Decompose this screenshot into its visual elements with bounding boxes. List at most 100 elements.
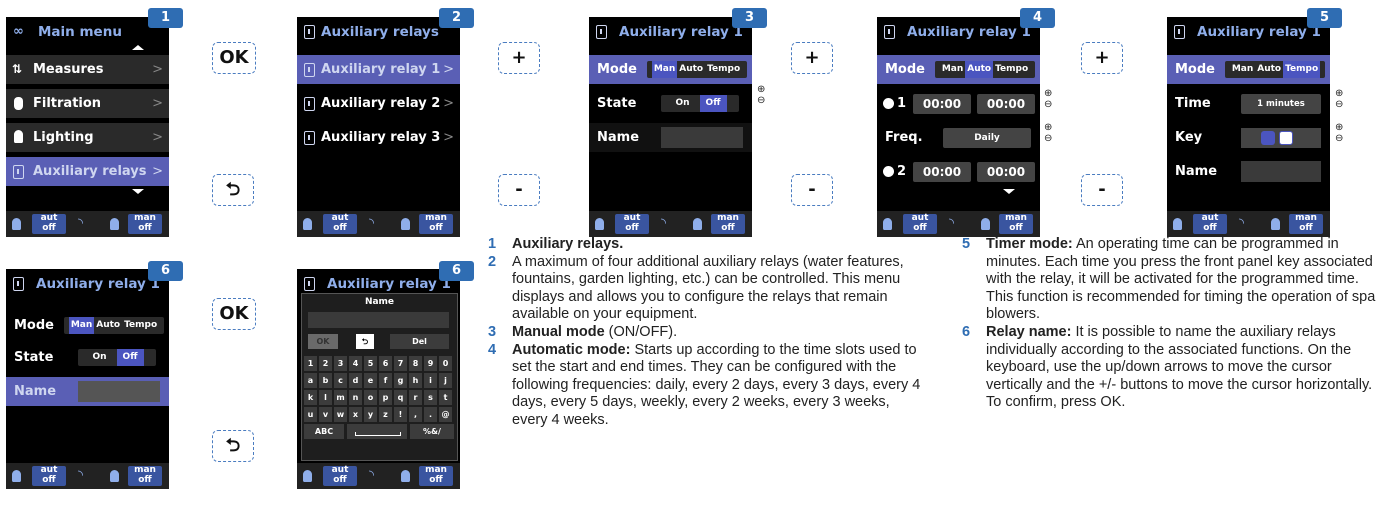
name-input[interactable]: [308, 312, 449, 328]
end-time-field[interactable]: 00:00: [977, 94, 1035, 114]
keyboard-key[interactable]: 8: [409, 356, 422, 371]
keyboard-key[interactable]: z: [379, 407, 392, 422]
key-row[interactable]: Key: [1167, 123, 1330, 152]
scroll-down-icon[interactable]: [1003, 189, 1015, 194]
mode-option-auto[interactable]: Auto: [677, 61, 705, 78]
keyboard-key[interactable]: q: [394, 390, 407, 405]
keyboard-key[interactable]: k: [304, 390, 317, 405]
keyboard-key[interactable]: a: [304, 373, 317, 388]
mode-row[interactable]: Mode Man Auto Tempo: [589, 55, 752, 84]
mode-option-auto[interactable]: Auto: [94, 317, 122, 334]
mode-row[interactable]: Mode Man Auto Tempo: [6, 311, 169, 340]
keyboard-key[interactable]: e: [364, 373, 377, 388]
minus-button[interactable]: -: [1081, 174, 1123, 206]
keyboard-key[interactable]: p: [379, 390, 392, 405]
keyboard-key[interactable]: 7: [394, 356, 407, 371]
keyboard-key[interactable]: v: [319, 407, 332, 422]
keyboard-key[interactable]: g: [394, 373, 407, 388]
mode-option-man[interactable]: Man: [651, 61, 678, 78]
keyboard-key[interactable]: i: [424, 373, 437, 388]
time-slot-1-row[interactable]: 1 00:00 00:00: [877, 89, 1040, 118]
duration-field[interactable]: 1 minutes: [1241, 94, 1321, 114]
state-option-off[interactable]: Off: [699, 95, 727, 112]
mode-option-auto[interactable]: Auto: [1255, 61, 1283, 78]
ok-key[interactable]: OK: [308, 334, 338, 349]
keyboard-key[interactable]: x: [349, 407, 362, 422]
keyboard-key[interactable]: f: [379, 373, 392, 388]
menu-item-auxiliary-relays[interactable]: Auxiliary relays >: [6, 157, 169, 186]
keyboard-key[interactable]: o: [364, 390, 377, 405]
menu-item-lighting[interactable]: Lighting >: [6, 123, 169, 152]
keyboard-key[interactable]: 6: [379, 356, 392, 371]
keyboard-key[interactable]: r: [409, 390, 422, 405]
keyboard-key[interactable]: 0: [439, 356, 452, 371]
key-option-icon[interactable]: [1279, 131, 1293, 145]
mode-option-man[interactable]: Man: [940, 61, 965, 78]
mode-option-tempo[interactable]: Tempo: [1283, 61, 1321, 78]
mode-option-man[interactable]: Man: [68, 317, 95, 334]
keyboard-key[interactable]: !: [394, 407, 407, 422]
key-field[interactable]: [1241, 128, 1321, 148]
keyboard-key[interactable]: l: [319, 390, 332, 405]
relay-item-2[interactable]: Auxiliary relay 2 >: [297, 89, 460, 118]
start-time-field[interactable]: 00:00: [913, 162, 971, 182]
keyboard-key[interactable]: m: [334, 390, 347, 405]
end-time-field[interactable]: 00:00: [977, 162, 1035, 182]
state-option-off[interactable]: Off: [116, 349, 144, 366]
keyboard-key[interactable]: 2: [319, 356, 332, 371]
keyboard-key[interactable]: 4: [349, 356, 362, 371]
mode-selector[interactable]: Man Auto Tempo: [1225, 61, 1325, 78]
keyboard-key[interactable]: @: [439, 407, 452, 422]
mode-option-tempo[interactable]: Tempo: [993, 61, 1030, 78]
menu-item-filtration[interactable]: Filtration >: [6, 89, 169, 118]
keyboard-key[interactable]: 1: [304, 356, 317, 371]
name-row[interactable]: Name: [589, 123, 752, 152]
name-row[interactable]: Name: [6, 377, 169, 406]
name-field[interactable]: [78, 381, 160, 402]
back-key[interactable]: ⮌: [356, 334, 374, 349]
delete-key[interactable]: Del: [390, 334, 449, 349]
relay-item-3[interactable]: Auxiliary relay 3 >: [297, 123, 460, 152]
time-row[interactable]: Time 1 minutes: [1167, 89, 1330, 118]
keyboard-key[interactable]: ,: [409, 407, 422, 422]
back-button[interactable]: ⮌: [212, 174, 254, 206]
keyboard-key[interactable]: d: [349, 373, 362, 388]
state-row[interactable]: State On Off: [6, 343, 169, 372]
ok-button[interactable]: OK: [212, 298, 256, 330]
state-row[interactable]: State On Off: [589, 89, 752, 118]
start-time-field[interactable]: 00:00: [913, 94, 971, 114]
state-option-on[interactable]: On: [90, 349, 108, 366]
mode-selector[interactable]: Man Auto Tempo: [647, 61, 747, 78]
mode-option-man[interactable]: Man: [1230, 61, 1255, 78]
plus-button[interactable]: +: [1081, 42, 1123, 74]
state-selector[interactable]: On Off: [78, 349, 156, 366]
keyboard-key[interactable]: 9: [424, 356, 437, 371]
minus-button[interactable]: -: [498, 174, 540, 206]
mode-row[interactable]: Mode Man Auto Tempo: [877, 55, 1040, 84]
keyboard-key[interactable]: 3: [334, 356, 347, 371]
keyboard-key[interactable]: h: [409, 373, 422, 388]
scroll-up-icon[interactable]: [132, 45, 144, 50]
time-slot-2-row[interactable]: 2 00:00 00:00: [877, 157, 1040, 186]
space-key[interactable]: [347, 424, 407, 439]
keyboard-key[interactable]: w: [334, 407, 347, 422]
mode-option-tempo[interactable]: Tempo: [122, 317, 159, 334]
scroll-down-icon[interactable]: [132, 189, 144, 194]
symbols-key[interactable]: %&/: [410, 424, 454, 439]
name-field[interactable]: [1241, 161, 1321, 182]
keyboard-key[interactable]: t: [439, 390, 452, 405]
abc-key[interactable]: ABC: [304, 424, 344, 439]
keyboard-key[interactable]: y: [364, 407, 377, 422]
state-option-on[interactable]: On: [673, 95, 691, 112]
minus-button[interactable]: -: [791, 174, 833, 206]
menu-item-measures[interactable]: ⇅ Measures >: [6, 55, 169, 84]
plus-button[interactable]: +: [498, 42, 540, 74]
mode-option-auto[interactable]: Auto: [965, 61, 994, 78]
plus-button[interactable]: +: [791, 42, 833, 74]
keyboard-key[interactable]: n: [349, 390, 362, 405]
mode-selector[interactable]: Man Auto Tempo: [64, 317, 164, 334]
keyboard-key[interactable]: 5: [364, 356, 377, 371]
key-option-icon[interactable]: [1261, 131, 1275, 145]
mode-row[interactable]: Mode Man Auto Tempo: [1167, 55, 1330, 84]
frequency-field[interactable]: Daily: [943, 128, 1031, 148]
